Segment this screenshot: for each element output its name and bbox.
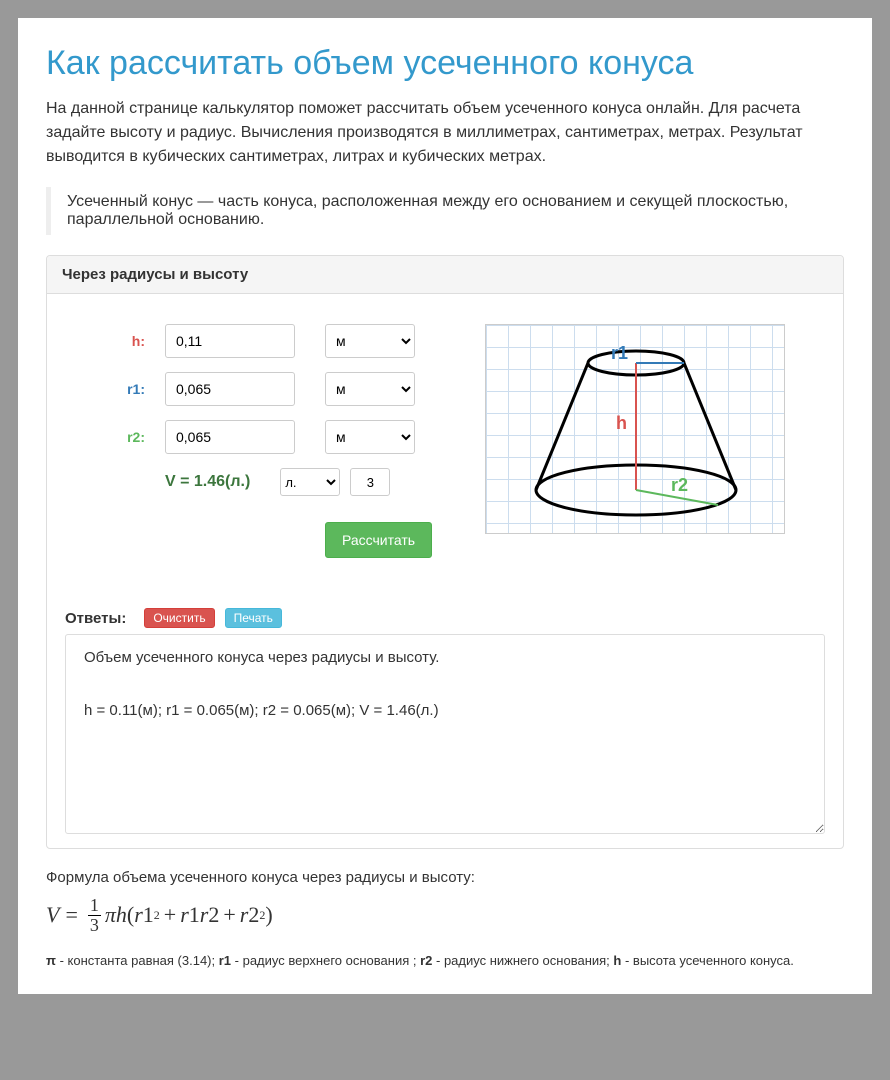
unit-select-h[interactable]: м — [325, 324, 415, 358]
calculate-button[interactable]: Рассчитать — [325, 522, 432, 558]
cone-figure: r1 h r2 — [485, 324, 785, 534]
label-h: h: — [65, 333, 165, 349]
answers-header: Ответы: Очистить Печать — [65, 608, 825, 628]
page: Как рассчитать объем усеченного конуса Н… — [18, 18, 872, 994]
clear-button[interactable]: Очистить — [144, 608, 214, 628]
print-button[interactable]: Печать — [225, 608, 282, 628]
formula: V = 13 πh ( r12 + r1r2 + r22 ) — [46, 896, 844, 935]
calculator-panel: Через радиусы и высоту h: м r1: — [46, 255, 844, 849]
cone-svg — [486, 325, 786, 535]
intro-text: На данной странице калькулятор поможет р… — [46, 97, 844, 169]
answers-title: Ответы: — [65, 610, 126, 627]
row-r1: r1: м — [65, 372, 445, 406]
row-h: h: м — [65, 324, 445, 358]
answer-line-1: Объем усеченного конуса через радиусы и … — [84, 649, 806, 666]
formula-legend: π - константа равная (3.14); r1 - радиус… — [46, 951, 844, 971]
answer-line-2: h = 0.11(м); r1 = 0.065(м); r2 = 0.065(м… — [84, 702, 806, 719]
panel-header: Через радиусы и высоту — [47, 256, 843, 294]
figure-label-r1: r1 — [611, 343, 628, 364]
definition-block: Усеченный конус — часть конуса, располож… — [46, 187, 844, 235]
unit-select-r2[interactable]: м — [325, 420, 415, 454]
label-r2: r2: — [65, 429, 165, 445]
figure-label-h: h — [616, 413, 627, 434]
page-title: Как рассчитать объем усеченного конуса — [46, 44, 844, 83]
input-r1[interactable] — [165, 372, 295, 406]
row-r2: r2: м — [65, 420, 445, 454]
answers-box[interactable]: Объем усеченного конуса через радиусы и … — [65, 634, 825, 834]
panel-body: h: м r1: м r2: — [47, 294, 843, 848]
result-unit-select[interactable]: л. — [280, 468, 340, 496]
input-r2[interactable] — [165, 420, 295, 454]
input-h[interactable] — [165, 324, 295, 358]
formula-heading: Формула объема усеченного конуса через р… — [46, 869, 844, 886]
figure-label-r2: r2 — [671, 475, 688, 496]
round-input[interactable] — [350, 468, 390, 496]
result-row: V = 1.46(л.) л. — [65, 468, 445, 496]
result-text: V = 1.46(л.) — [165, 473, 250, 491]
label-r1: r1: — [65, 381, 165, 397]
unit-select-r1[interactable]: м — [325, 372, 415, 406]
